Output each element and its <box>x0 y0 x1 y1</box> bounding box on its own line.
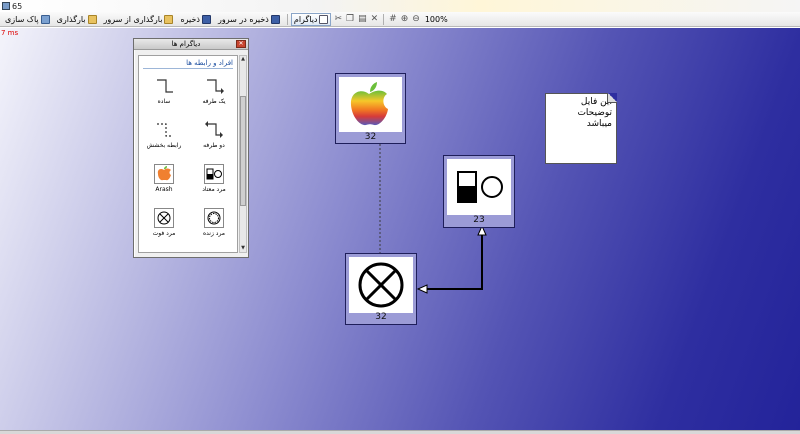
palette-divider <box>143 68 233 69</box>
apple-icon <box>157 166 171 181</box>
node-image <box>447 159 511 215</box>
addicted-man-icon <box>457 171 503 203</box>
palette-item-label: ساده <box>157 98 171 105</box>
deceased-man-icon <box>358 262 404 308</box>
app-icon <box>2 2 10 10</box>
palette-item[interactable]: مرد زنده <box>191 208 237 246</box>
save-label: ذخیره <box>180 14 200 24</box>
diagram-icon <box>319 14 329 24</box>
one-way-connector-icon <box>207 79 224 94</box>
scroll-up-icon[interactable]: ▲ <box>240 56 246 63</box>
palette-titlebar[interactable]: دیاگرام ها ✕ <box>134 39 248 50</box>
palette-title: دیاگرام ها <box>171 40 201 48</box>
diagrams-palette[interactable]: دیاگرام ها ✕ افراد و رابطه ها یک طرفه سا… <box>133 38 249 258</box>
toolbar: پاک سازی بارگذاری بارگذاری از سرور ذخیره… <box>0 12 800 27</box>
palette-item-label: رابطه بخشش <box>146 142 182 149</box>
palette-item[interactable]: مرد فوت <box>141 208 187 246</box>
taskbar-strip <box>0 430 800 434</box>
load-button[interactable]: بارگذاری <box>54 13 100 26</box>
window-title: 65 <box>12 1 23 11</box>
zoom-level: 100% <box>424 14 448 24</box>
zoom-out-icon[interactable]: ⊖ <box>412 14 420 24</box>
description-note[interactable]: این فایل توضیحات میباشد <box>545 93 617 164</box>
palette-item[interactable]: Arash <box>141 164 187 202</box>
load-server-button[interactable]: بارگذاری از سرور <box>101 13 177 26</box>
diagram-canvas[interactable]: 7 ms 32 23 32 این فایل توضیحات میباشد دی… <box>0 28 800 430</box>
close-icon[interactable]: ✕ <box>235 40 246 48</box>
grid-icon[interactable]: # <box>389 14 397 24</box>
palette-item[interactable]: رابطه بخشش <box>141 120 187 158</box>
save-icon <box>201 14 211 24</box>
palette-group-title: افراد و رابطه ها <box>186 59 233 67</box>
save-icon <box>270 14 280 24</box>
addicted-node[interactable]: 23 <box>443 155 515 228</box>
palette-item[interactable]: ساده <box>141 76 187 114</box>
scroll-thumb[interactable] <box>240 96 246 206</box>
load-server-label: بارگذاری از سرور <box>103 14 163 24</box>
two-way-connector-icon <box>205 121 223 138</box>
palette-item-label: مرد فوت <box>152 230 176 237</box>
apple-icon <box>350 82 388 126</box>
palette-item[interactable]: دو طرفه <box>191 120 237 158</box>
living-man-icon <box>207 211 221 225</box>
save-server-label: ذخیره در سرور <box>217 14 269 24</box>
diagram-button[interactable]: دیاگرام <box>290 12 332 26</box>
palette-item-label: Arash <box>155 186 173 193</box>
toolbar-separator <box>383 13 385 25</box>
toolbar-separator <box>286 13 288 25</box>
arrow-head-left <box>416 284 428 294</box>
zoom-in-icon[interactable]: ⊕ <box>401 14 409 24</box>
palette-item-label: مرد زنده <box>203 230 225 237</box>
palette-scrollbar[interactable]: ▲ ▼ <box>239 55 247 253</box>
palette-item-label: دو طرفه <box>203 142 225 149</box>
save-button[interactable]: ذخیره <box>177 13 214 26</box>
note-fold <box>607 93 617 103</box>
save-server-button[interactable]: ذخیره در سرور <box>215 13 283 26</box>
node-image <box>349 257 413 313</box>
clean-icon <box>40 14 50 24</box>
palette-item-label: یک طرفه <box>202 98 226 105</box>
paste-icon[interactable]: ▤ <box>358 14 367 24</box>
node-image <box>339 77 402 132</box>
node-label: 23 <box>473 215 485 225</box>
window-titlebar: 65 <box>0 0 800 12</box>
dashed-relation-icon <box>157 123 173 137</box>
addicted-man-icon <box>206 168 222 180</box>
load-label: بارگذاری <box>56 14 86 24</box>
scroll-down-icon[interactable]: ▼ <box>240 245 246 252</box>
node-label: 32 <box>375 312 387 322</box>
deceased-node[interactable]: 32 <box>345 253 417 325</box>
clean-button[interactable]: پاک سازی <box>2 13 53 26</box>
folder-icon <box>87 14 97 24</box>
solid-connector[interactable] <box>425 231 483 290</box>
simple-connector-icon <box>157 79 173 93</box>
apple-node[interactable]: 32 <box>335 73 406 144</box>
palette-list: افراد و رابطه ها یک طرفه ساده دو طرفه را… <box>138 55 238 253</box>
cut-icon[interactable]: ✂ <box>334 14 342 24</box>
folder-icon <box>164 14 174 24</box>
palette-item-label: مرد معتاد <box>202 186 226 193</box>
diagram-label: دیاگرام <box>293 14 318 24</box>
palette-item[interactable]: یک طرفه <box>191 76 237 114</box>
node-label: 32 <box>364 132 377 142</box>
deceased-man-icon <box>157 211 171 225</box>
copy-icon[interactable]: ❐ <box>346 14 354 24</box>
delete-icon[interactable]: ✕ <box>371 14 379 24</box>
clean-label: پاک سازی <box>5 14 39 24</box>
palette-item[interactable]: مرد معتاد <box>191 164 237 202</box>
